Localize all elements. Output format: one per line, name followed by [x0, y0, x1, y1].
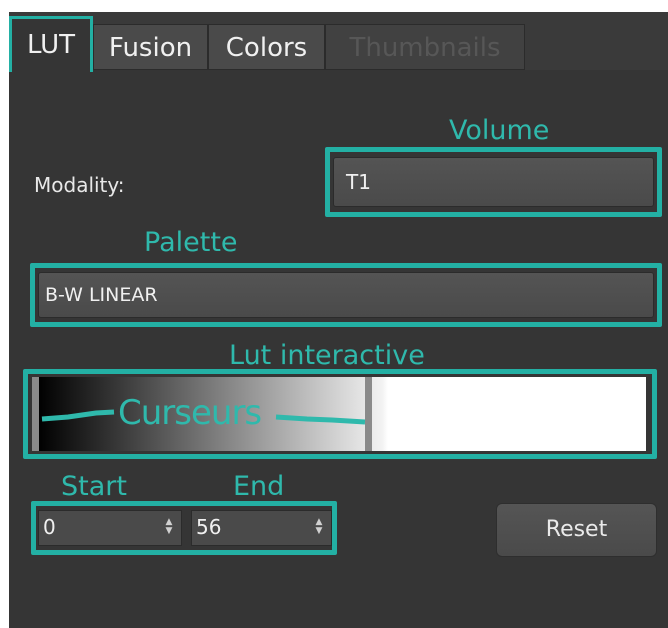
start-annotation: Start: [61, 471, 127, 502]
lut-interactive-highlight: Curseurs: [23, 369, 657, 459]
modality-label: Modality:: [34, 173, 125, 197]
start-spinbox[interactable]: 0 ▲ ▼: [38, 510, 182, 546]
palette-value: B-W LINEAR: [45, 284, 158, 306]
end-spinbox[interactable]: 56 ▲ ▼: [191, 510, 332, 546]
palette-highlight: B-W LINEAR: [30, 263, 662, 327]
end-annotation: End: [233, 471, 285, 502]
tab-lut[interactable]: LUT: [9, 16, 93, 72]
tab-fusion[interactable]: Fusion: [93, 24, 208, 70]
volume-annotation: Volume: [449, 115, 550, 146]
palette-annotation: Palette: [144, 227, 238, 258]
volume-highlight: T1: [325, 147, 662, 217]
cursors-annotation: Curseurs: [118, 393, 262, 433]
lut-panel: LUT Fusion Colors Thumbnails Volume Moda…: [9, 12, 668, 628]
end-spin-arrows-icon[interactable]: ▲ ▼: [311, 518, 327, 538]
lut-interactive-annotation: Lut interactive: [229, 340, 425, 371]
start-end-highlight: 0 ▲ ▼ 56 ▲ ▼: [31, 501, 337, 555]
end-value: 56: [196, 515, 222, 539]
start-value: 0: [43, 515, 56, 539]
modality-value: T1: [346, 170, 371, 194]
modality-dropdown[interactable]: T1: [333, 157, 654, 207]
tab-bar: LUT Fusion Colors Thumbnails: [9, 12, 668, 72]
palette-dropdown[interactable]: B-W LINEAR: [38, 272, 654, 318]
tab-colors[interactable]: Colors: [208, 24, 325, 70]
lut-gradient-widget[interactable]: Curseurs: [32, 377, 646, 451]
tab-thumbnails: Thumbnails: [325, 24, 525, 70]
reset-button[interactable]: Reset: [496, 503, 657, 557]
start-spin-arrows-icon[interactable]: ▲ ▼: [161, 518, 177, 538]
